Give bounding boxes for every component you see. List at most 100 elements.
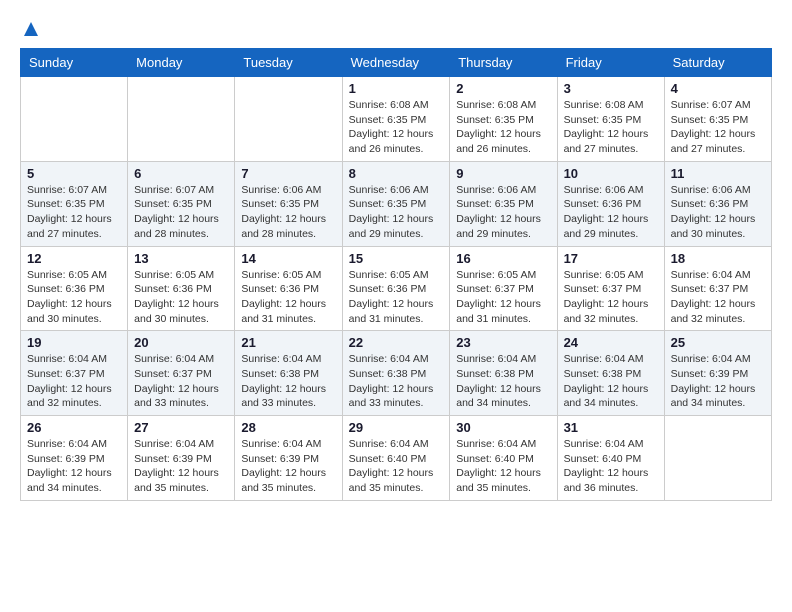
calendar-cell: 5 Sunrise: 6:07 AM Sunset: 6:35 PM Daylig…: [21, 161, 128, 246]
day-number: 17: [564, 251, 658, 266]
header-monday: Monday: [128, 49, 235, 77]
day-info: Sunrise: 6:08 AM Sunset: 6:35 PM Dayligh…: [349, 98, 444, 157]
day-number: 10: [564, 166, 658, 181]
calendar-cell: 12Sunrise: 6:05 AM Sunset: 6:36 PM Dayli…: [21, 246, 128, 331]
calendar-cell: 21Sunrise: 6:04 AM Sunset: 6:38 PM Dayli…: [235, 331, 342, 416]
calendar-week-2: 5 Sunrise: 6:07 AM Sunset: 6:35 PM Daylig…: [21, 161, 772, 246]
day-info: Sunrise: 6:04 AM Sunset: 6:37 PM Dayligh…: [671, 268, 765, 327]
day-number: 31: [564, 420, 658, 435]
day-number: 27: [134, 420, 228, 435]
day-number: 28: [241, 420, 335, 435]
day-info: Sunrise: 6:04 AM Sunset: 6:40 PM Dayligh…: [349, 437, 444, 496]
calendar-cell: 4 Sunrise: 6:07 AM Sunset: 6:35 PM Daylig…: [664, 77, 771, 162]
calendar-cell: 6 Sunrise: 6:07 AM Sunset: 6:35 PM Daylig…: [128, 161, 235, 246]
day-info: Sunrise: 6:04 AM Sunset: 6:38 PM Dayligh…: [456, 352, 550, 411]
calendar-cell: 15Sunrise: 6:05 AM Sunset: 6:36 PM Dayli…: [342, 246, 450, 331]
day-info: Sunrise: 6:04 AM Sunset: 6:40 PM Dayligh…: [456, 437, 550, 496]
calendar-cell: 2 Sunrise: 6:08 AM Sunset: 6:35 PM Daylig…: [450, 77, 557, 162]
day-number: 25: [671, 335, 765, 350]
day-info: Sunrise: 6:05 AM Sunset: 6:36 PM Dayligh…: [241, 268, 335, 327]
header-friday: Friday: [557, 49, 664, 77]
day-info: Sunrise: 6:08 AM Sunset: 6:35 PM Dayligh…: [456, 98, 550, 157]
day-info: Sunrise: 6:06 AM Sunset: 6:35 PM Dayligh…: [241, 183, 335, 242]
day-info: Sunrise: 6:04 AM Sunset: 6:39 PM Dayligh…: [241, 437, 335, 496]
day-info: Sunrise: 6:07 AM Sunset: 6:35 PM Dayligh…: [27, 183, 121, 242]
calendar-cell: 14 Sunrise: 6:05 AM Sunset: 6:36 PM Dayli…: [235, 246, 342, 331]
day-number: 15: [349, 251, 444, 266]
day-number: 3: [564, 81, 658, 96]
day-number: 18: [671, 251, 765, 266]
day-info: Sunrise: 6:04 AM Sunset: 6:38 PM Dayligh…: [564, 352, 658, 411]
day-info: Sunrise: 6:06 AM Sunset: 6:35 PM Dayligh…: [456, 183, 550, 242]
calendar-week-4: 19 Sunrise: 6:04 AM Sunset: 6:37 PM Dayli…: [21, 331, 772, 416]
day-number: 12: [27, 251, 121, 266]
day-number: 23: [456, 335, 550, 350]
day-info: Sunrise: 6:04 AM Sunset: 6:37 PM Dayligh…: [27, 352, 121, 411]
day-info: Sunrise: 6:04 AM Sunset: 6:39 PM Dayligh…: [27, 437, 121, 496]
calendar-cell: 11 Sunrise: 6:06 AM Sunset: 6:36 PM Dayli…: [664, 161, 771, 246]
calendar-cell: 28 Sunrise: 6:04 AM Sunset: 6:39 PM Dayli…: [235, 416, 342, 501]
day-info: Sunrise: 6:05 AM Sunset: 6:37 PM Dayligh…: [456, 268, 550, 327]
day-number: 14: [241, 251, 335, 266]
day-number: 24: [564, 335, 658, 350]
day-number: 30: [456, 420, 550, 435]
day-info: Sunrise: 6:04 AM Sunset: 6:38 PM Dayligh…: [241, 352, 335, 411]
calendar-cell: 23 Sunrise: 6:04 AM Sunset: 6:38 PM Dayli…: [450, 331, 557, 416]
day-info: Sunrise: 6:07 AM Sunset: 6:35 PM Dayligh…: [134, 183, 228, 242]
calendar-cell: 31 Sunrise: 6:04 AM Sunset: 6:40 PM Dayli…: [557, 416, 664, 501]
day-number: 13: [134, 251, 228, 266]
day-info: Sunrise: 6:05 AM Sunset: 6:37 PM Dayligh…: [564, 268, 658, 327]
day-number: 8: [349, 166, 444, 181]
calendar-week-5: 26 Sunrise: 6:04 AM Sunset: 6:39 PM Dayli…: [21, 416, 772, 501]
day-info: Sunrise: 6:05 AM Sunset: 6:36 PM Dayligh…: [134, 268, 228, 327]
day-number: 9: [456, 166, 550, 181]
header-wednesday: Wednesday: [342, 49, 450, 77]
day-info: Sunrise: 6:04 AM Sunset: 6:39 PM Dayligh…: [134, 437, 228, 496]
calendar-cell: [21, 77, 128, 162]
calendar-cell: 9 Sunrise: 6:06 AM Sunset: 6:35 PM Daylig…: [450, 161, 557, 246]
calendar-week-3: 12 Sunrise: 6:05 AM Sunset: 6:36 PM Dayli…: [21, 246, 772, 331]
day-info: Sunrise: 6:06 AM Sunset: 6:35 PM Dayligh…: [349, 183, 444, 242]
logo: [20, 20, 40, 38]
calendar-cell: 17 Sunrise: 6:05 AM Sunset: 6:37 PM Dayli…: [557, 246, 664, 331]
calendar-cell: 10Sunrise: 6:06 AM Sunset: 6:36 PM Dayli…: [557, 161, 664, 246]
day-number: 1: [349, 81, 444, 96]
calendar-week-1: 1 Sunrise: 6:08 AM Sunset: 6:35 PM Daylig…: [21, 77, 772, 162]
calendar-cell: 1 Sunrise: 6:08 AM Sunset: 6:35 PM Daylig…: [342, 77, 450, 162]
day-info: Sunrise: 6:08 AM Sunset: 6:35 PM Dayligh…: [564, 98, 658, 157]
day-number: 20: [134, 335, 228, 350]
day-number: 26: [27, 420, 121, 435]
day-number: 2: [456, 81, 550, 96]
calendar-cell: 27 Sunrise: 6:04 AM Sunset: 6:39 PM Dayli…: [128, 416, 235, 501]
calendar-cell: 7Sunrise: 6:06 AM Sunset: 6:35 PM Daylig…: [235, 161, 342, 246]
day-number: 11: [671, 166, 765, 181]
header-sunday: Sunday: [21, 49, 128, 77]
calendar-cell: 8 Sunrise: 6:06 AM Sunset: 6:35 PM Daylig…: [342, 161, 450, 246]
day-info: Sunrise: 6:06 AM Sunset: 6:36 PM Dayligh…: [671, 183, 765, 242]
calendar-cell: 19 Sunrise: 6:04 AM Sunset: 6:37 PM Dayli…: [21, 331, 128, 416]
calendar-cell: 24 Sunrise: 6:04 AM Sunset: 6:38 PM Dayli…: [557, 331, 664, 416]
calendar-header-row: SundayMondayTuesdayWednesdayThursdayFrid…: [21, 49, 772, 77]
calendar-cell: [664, 416, 771, 501]
calendar-table: SundayMondayTuesdayWednesdayThursdayFrid…: [20, 48, 772, 501]
header-tuesday: Tuesday: [235, 49, 342, 77]
calendar-cell: [235, 77, 342, 162]
day-number: 16: [456, 251, 550, 266]
header-saturday: Saturday: [664, 49, 771, 77]
day-info: Sunrise: 6:07 AM Sunset: 6:35 PM Dayligh…: [671, 98, 765, 157]
calendar-cell: [128, 77, 235, 162]
day-info: Sunrise: 6:04 AM Sunset: 6:40 PM Dayligh…: [564, 437, 658, 496]
header-thursday: Thursday: [450, 49, 557, 77]
day-info: Sunrise: 6:04 AM Sunset: 6:37 PM Dayligh…: [134, 352, 228, 411]
day-number: 29: [349, 420, 444, 435]
day-number: 6: [134, 166, 228, 181]
day-number: 5: [27, 166, 121, 181]
calendar-cell: 26 Sunrise: 6:04 AM Sunset: 6:39 PM Dayli…: [21, 416, 128, 501]
calendar-cell: 30 Sunrise: 6:04 AM Sunset: 6:40 PM Dayli…: [450, 416, 557, 501]
calendar-cell: 29 Sunrise: 6:04 AM Sunset: 6:40 PM Dayli…: [342, 416, 450, 501]
day-number: 19: [27, 335, 121, 350]
day-number: 4: [671, 81, 765, 96]
calendar-cell: 20 Sunrise: 6:04 AM Sunset: 6:37 PM Dayli…: [128, 331, 235, 416]
calendar-cell: 22Sunrise: 6:04 AM Sunset: 6:38 PM Dayli…: [342, 331, 450, 416]
calendar-cell: 25Sunrise: 6:04 AM Sunset: 6:39 PM Dayli…: [664, 331, 771, 416]
